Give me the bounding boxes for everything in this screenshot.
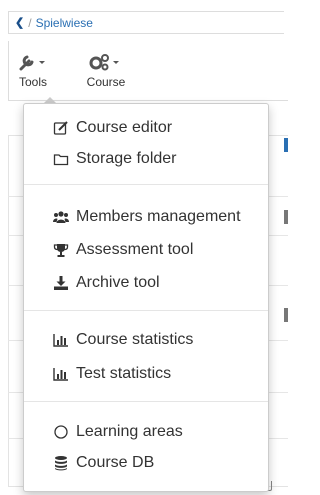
background-edge-mark [284,210,288,224]
tools-dropdown-button[interactable]: Tools [13,49,53,89]
download-icon [53,275,69,291]
menu-item-label: Assessment tool [76,241,194,258]
menu-item-label: Members management [76,208,241,225]
menu-item-test-statistics[interactable]: Test statistics [24,360,270,388]
background-edge-mark [284,308,288,322]
menu-item-label: Course statistics [76,331,194,348]
menu-item-learning-areas[interactable]: Learning areas [24,418,270,446]
menu-item-label: Course DB [76,454,155,471]
menu-item-members-management[interactable]: Members management [24,203,270,231]
tools-label: Tools [18,75,47,89]
wrench-icon [13,49,53,73]
bar-chart-icon [53,366,69,382]
database-icon [53,455,69,471]
chevron-left-icon[interactable]: ❮ [15,16,24,29]
users-icon [53,209,69,225]
circle-icon [53,424,69,440]
menu-item-archive-tool[interactable]: Archive tool [24,269,270,297]
menu-divider [24,401,268,402]
course-label: Course [86,75,126,89]
menu-item-storage-folder[interactable]: Storage folder [24,145,270,173]
menu-item-label: Learning areas [76,423,183,440]
edit-icon [53,120,69,136]
menu-divider [24,184,268,185]
menu-item-label: Storage folder [76,150,177,167]
breadcrumb: ❮ / Spielwiese [8,11,284,34]
folder-icon [53,151,69,167]
menu-item-label: Course editor [76,119,173,136]
bar-chart-icon [53,332,69,348]
menu-item-course-statistics[interactable]: Course statistics [24,326,270,354]
page: ❮ / Spielwiese Tools Course Course edito… [0,0,288,495]
tools-dropdown-menu: Course editor Storage folder Members man… [23,103,269,492]
background-edge-mark [284,138,288,152]
breadcrumb-separator: / [28,15,32,30]
course-toolbar: Tools Course [8,41,288,101]
breadcrumb-current[interactable]: Spielwiese [36,16,93,30]
course-dropdown-button[interactable]: Course [81,49,131,89]
gears-icon [81,49,131,73]
menu-item-label: Test statistics [76,365,172,382]
trophy-icon [53,242,69,258]
menu-divider [24,310,268,311]
menu-item-assessment-tool[interactable]: Assessment tool [24,236,270,264]
menu-item-course-editor[interactable]: Course editor [24,114,270,142]
menu-item-course-db[interactable]: Course DB [24,449,270,477]
menu-item-label: Archive tool [76,274,160,291]
